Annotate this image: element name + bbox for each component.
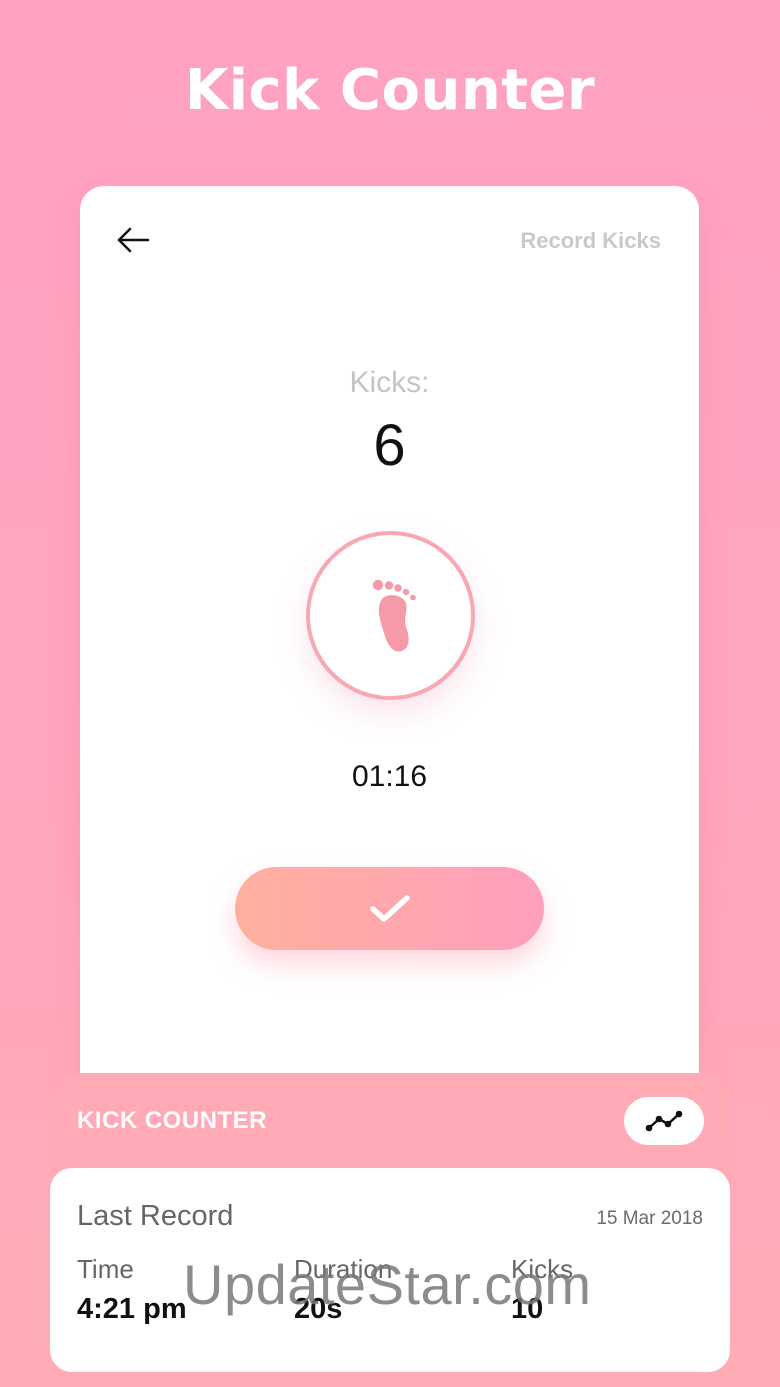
kicks-label: Kicks: xyxy=(349,366,430,399)
kick-counter-panel: KICK COUNTER Last Record 15 Mar 2018 Tim… xyxy=(50,1073,730,1373)
duration-column: Duration 20s xyxy=(294,1254,392,1326)
card-header-title: Record Kicks xyxy=(520,228,661,253)
time-label: Time xyxy=(77,1254,134,1284)
kicks-col-label: Kicks xyxy=(511,1254,574,1284)
kicks-column: Kicks 10 xyxy=(511,1254,573,1326)
panel-title: KICK COUNTER xyxy=(77,1107,267,1134)
chart-button[interactable] xyxy=(624,1097,704,1145)
time-value: 4:21 pm xyxy=(77,1293,187,1325)
record-kicks-card: Record Kicks Kicks: 6 01:16 xyxy=(80,186,699,1106)
timer: 01:16 xyxy=(351,760,428,793)
time-column: Time 4:21 pm xyxy=(77,1254,187,1326)
confirm-button[interactable] xyxy=(235,867,544,950)
last-record-card: Last Record 15 Mar 2018 Time 4:21 pm Dur… xyxy=(50,1168,730,1372)
duration-label: Duration xyxy=(294,1254,393,1284)
back-button[interactable] xyxy=(114,224,154,256)
arrow-left-icon xyxy=(117,227,150,253)
app-title: Kick Counter xyxy=(184,58,596,123)
kicks-count: 6 xyxy=(373,413,406,478)
check-icon xyxy=(370,895,410,922)
kicks-col-value: 10 xyxy=(511,1293,544,1325)
record-kick-button[interactable] xyxy=(306,531,475,700)
last-record-label: Last Record xyxy=(77,1200,234,1232)
duration-value: 20s xyxy=(294,1293,343,1325)
record-date: 15 Mar 2018 xyxy=(596,1208,703,1229)
line-chart-icon xyxy=(645,1110,683,1132)
foot-icon xyxy=(372,579,416,652)
